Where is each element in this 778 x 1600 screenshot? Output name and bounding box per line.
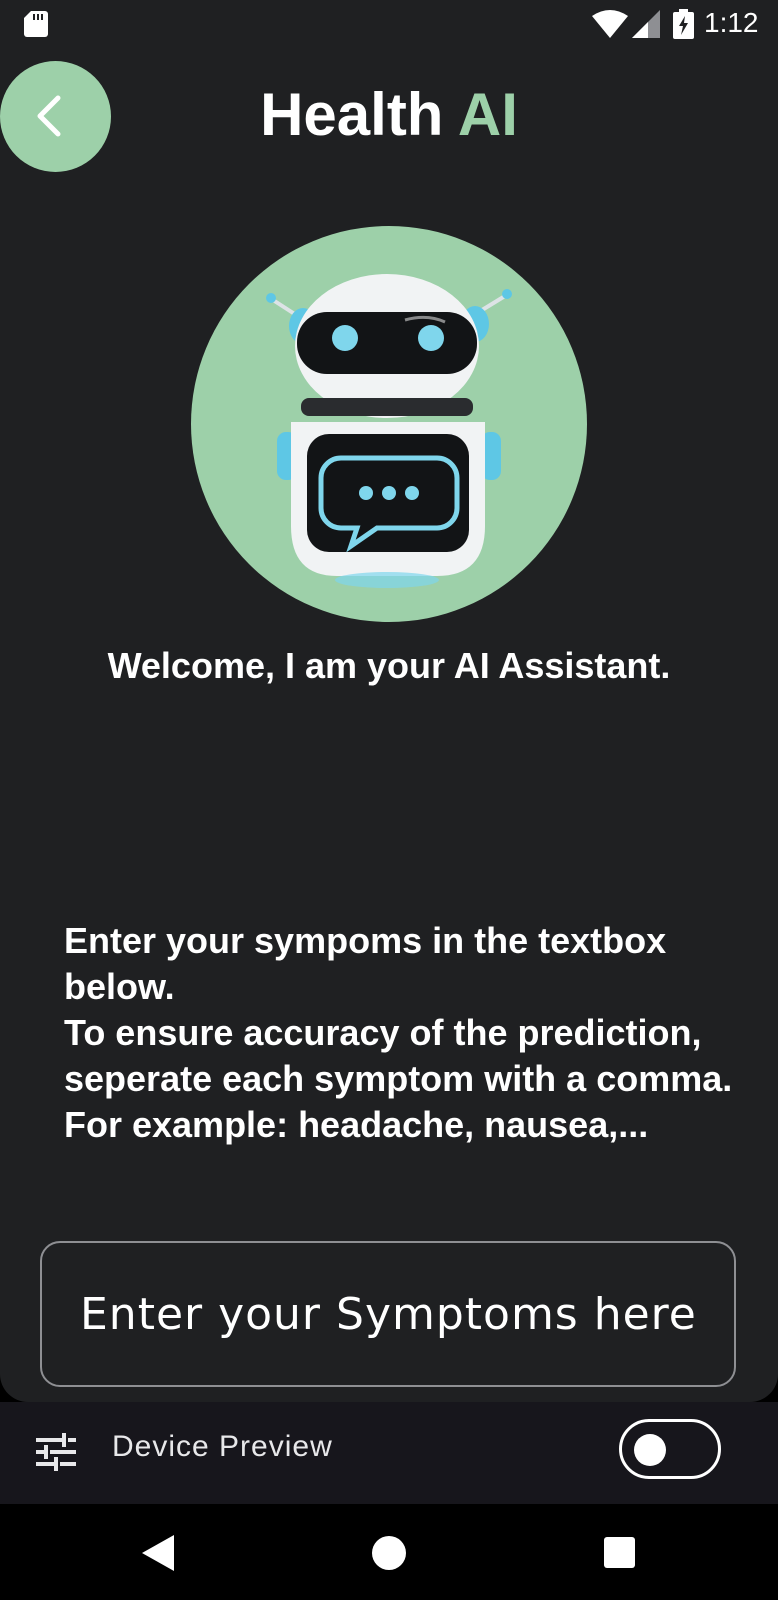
instructions: Enter your sympoms in the textbox below.… — [64, 918, 744, 1148]
instruction-line-1: Enter your sympoms in the textbox below. — [64, 920, 667, 1007]
battery-charging-icon — [673, 9, 694, 39]
device-preview-toggle[interactable] — [619, 1419, 721, 1479]
robot-icon — [266, 274, 512, 588]
device-preview-bar: Device Preview — [0, 1402, 778, 1504]
title-primary: Health — [260, 81, 444, 148]
nav-back-icon[interactable] — [142, 1535, 174, 1571]
status-time: 1:12 — [704, 7, 759, 38]
app-screen: 1:12 Health AI Welcome, I am your AI Ass… — [0, 0, 778, 1402]
sd-card-icon — [24, 11, 48, 37]
nav-home-icon[interactable] — [372, 1536, 406, 1570]
assistant-avatar — [191, 226, 587, 622]
instruction-line-2: To ensure accuracy of the prediction, se… — [64, 1012, 733, 1099]
page-title: Health AI — [0, 80, 778, 149]
device-preview-label: Device Preview — [112, 1430, 333, 1463]
cell-signal-icon — [632, 10, 660, 38]
nav-recents-icon[interactable] — [604, 1537, 635, 1568]
tune-icon[interactable] — [36, 1432, 76, 1472]
status-bar: 1:12 — [0, 0, 778, 48]
wifi-icon — [592, 10, 628, 38]
system-nav-bar — [0, 1504, 778, 1600]
toggle-knob — [634, 1434, 666, 1466]
welcome-message: Welcome, I am your AI Assistant. — [107, 645, 671, 686]
title-accent: AI — [457, 81, 518, 148]
instruction-line-3: For example: headache, nausea,... — [64, 1104, 649, 1145]
symptom-input[interactable] — [40, 1241, 736, 1387]
